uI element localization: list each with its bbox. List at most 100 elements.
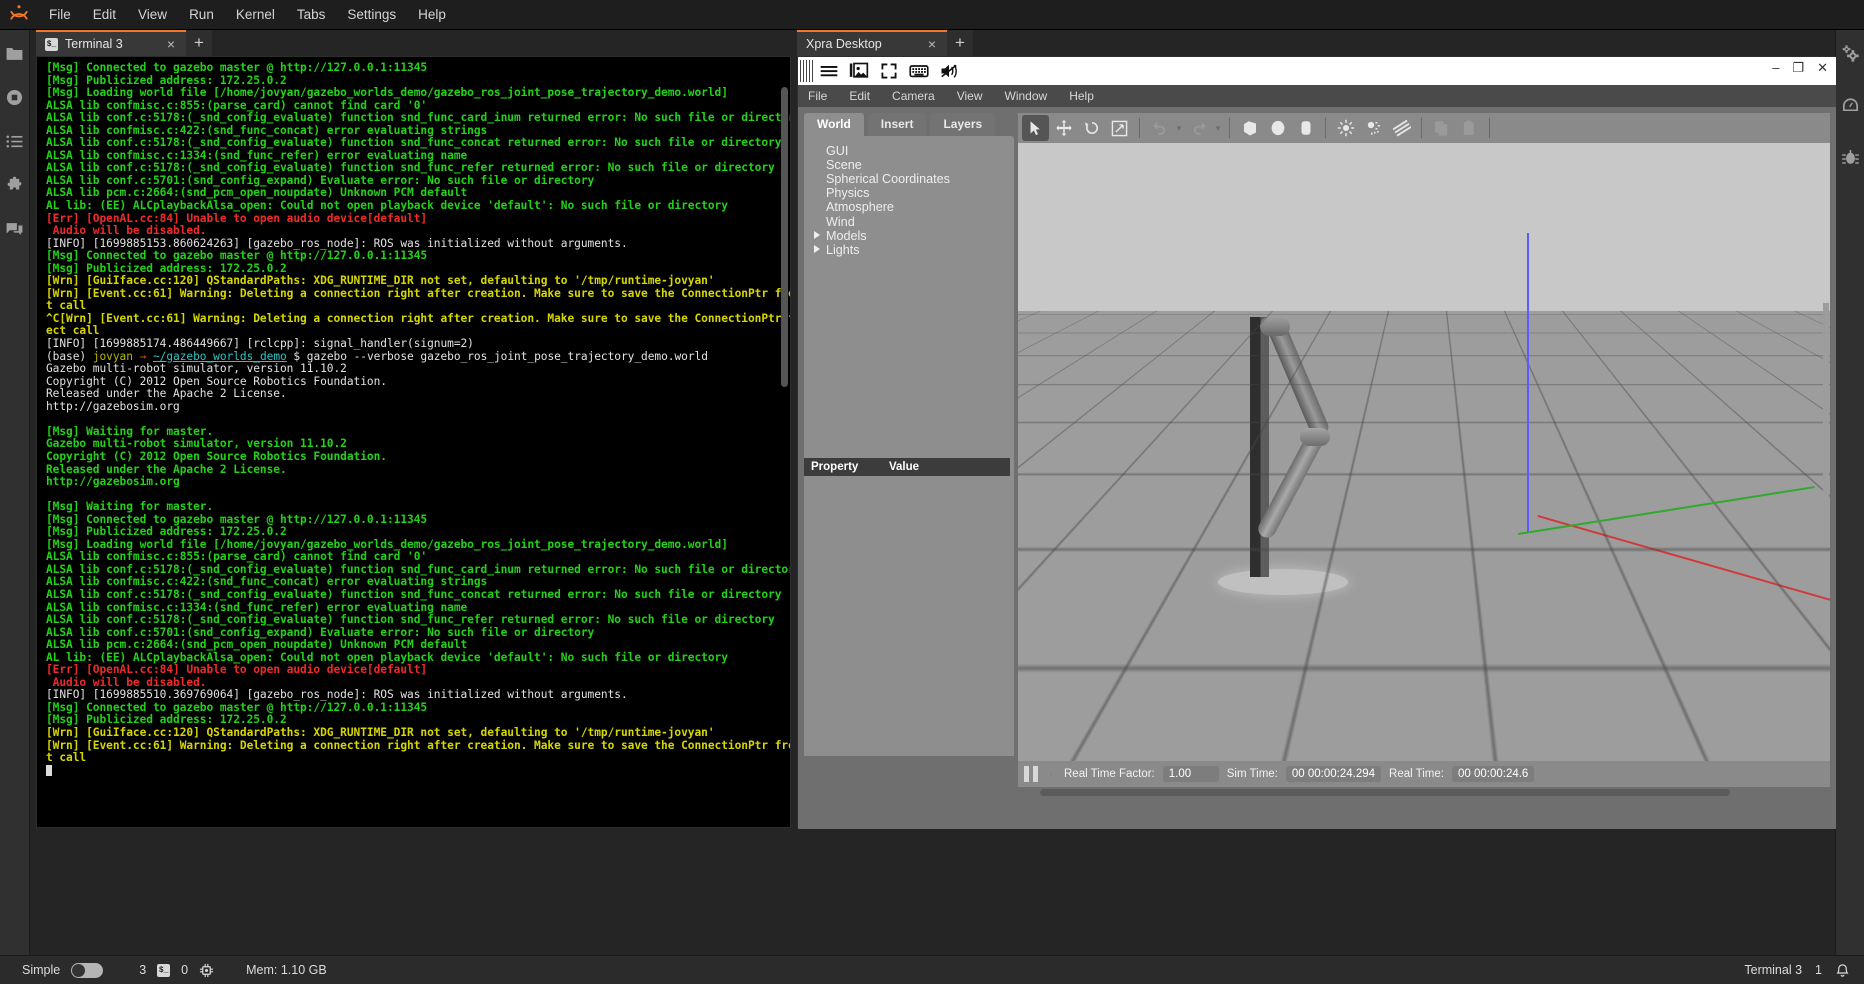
terminal-icon[interactable]: $_ [157,963,171,977]
sphere-icon[interactable] [1264,115,1291,141]
drag-handle-icon[interactable] [800,60,814,82]
directional-light-icon[interactable] [1388,115,1415,141]
3d-viewport[interactable] [1018,143,1830,761]
gazebo-menu-camera[interactable]: Camera [892,89,935,103]
bug-icon[interactable] [1839,146,1861,168]
close-button[interactable]: ✕ [1817,61,1828,74]
toolbar-separator [1421,118,1422,138]
world-tree-item-label: GUI [826,143,849,158]
real-time-value: 00 00:00:24.6 [1451,766,1535,782]
spot-light-icon[interactable] [1360,115,1387,141]
keyboard-icon[interactable] [904,58,934,84]
world-tree-item-lights[interactable]: Lights [814,242,1014,257]
menu-settings[interactable]: Settings [336,0,407,30]
viewport-scrollbar[interactable] [1823,303,1829,543]
terminal-scrollbar[interactable] [781,87,788,387]
window-controls: – ❐ ✕ [1772,61,1828,74]
terminal-line: [Wrn] [Event.cc:61] Warning: Deleting a … [46,286,791,300]
toolbar-separator [1325,118,1326,138]
real-time-label: Real Time: [1389,768,1444,780]
world-tree-item-wind[interactable]: Wind [826,215,1014,229]
comment-icon[interactable] [4,218,26,240]
terminal-icon: $_ [45,37,58,51]
tab-terminal-3[interactable]: $_ Terminal 3 × [36,30,186,56]
mute-icon[interactable] [934,58,964,84]
menu-tabs[interactable]: Tabs [286,0,337,30]
robot-joint-1[interactable] [1260,317,1290,336]
gazebo-menu-help[interactable]: Help [1069,89,1094,103]
menu-kernel[interactable]: Kernel [225,0,286,30]
tab-world[interactable]: World [804,113,864,136]
robot-joint-2[interactable] [1300,428,1330,446]
terminal-line: t call [46,751,87,765]
world-tree-item-physics[interactable]: Physics [826,187,1014,201]
gazebo-menu-view[interactable]: View [957,89,983,103]
gazebo-tabs: World Insert Layers [804,113,1014,136]
screenshot-icon[interactable] [844,58,874,84]
terminal-output[interactable]: [Msg] Connected to gazebo master @ http:… [36,56,791,828]
chevron-right-icon[interactable] [814,231,820,240]
bell-icon[interactable] [1835,963,1850,978]
step-icon[interactable]: · [1046,769,1056,779]
select-tool-icon[interactable] [1022,115,1049,141]
menu-file[interactable]: File [38,0,82,30]
menu-edit[interactable]: Edit [82,0,127,30]
terminal-line: http://gazebosim.org [46,475,180,489]
cylinder-icon[interactable] [1292,115,1319,141]
tab-xpra-desktop[interactable]: Xpra Desktop × [797,30,947,56]
world-tree-item-scene[interactable]: Scene [826,158,1014,172]
redo-icon[interactable] [1185,115,1212,141]
close-icon[interactable]: × [924,36,940,52]
puzzle-icon[interactable] [4,174,26,196]
minimize-button[interactable]: – [1772,61,1779,74]
gazebo-menu-edit[interactable]: Edit [849,89,870,103]
running-circle-icon[interactable] [4,86,26,108]
rotate-tool-icon[interactable] [1078,115,1105,141]
gazebo-left-panel: World Insert Layers GUI Scene Spherical Co… [804,113,1023,813]
point-light-icon[interactable] [1332,115,1359,141]
maximize-button[interactable]: ❐ [1792,61,1804,74]
world-tree-item-label: Lights [826,242,860,257]
robot-base-post[interactable] [1250,317,1269,577]
xpra-body: – ❐ ✕ File Edit Camera View Window Help [797,56,1836,829]
new-tab-button[interactable]: + [186,30,212,56]
chevron-right-icon[interactable] [814,245,820,254]
gears-icon[interactable] [1839,42,1861,64]
simple-mode-toggle[interactable] [71,962,104,978]
gazebo-menu-window[interactable]: Window [1005,89,1048,103]
redo-dropdown-icon[interactable]: ▾ [1213,123,1223,134]
tab-insert[interactable]: Insert [867,113,927,136]
gazebo-menu-file[interactable]: File [808,89,827,103]
terminal-text: [Msg] Connected to gazebo master @ http:… [37,57,790,777]
translate-tool-icon[interactable] [1050,115,1077,141]
menu-view[interactable]: View [127,0,178,30]
box-icon[interactable] [1236,115,1263,141]
gauge-icon[interactable] [1839,94,1861,116]
undo-dropdown-icon[interactable]: ▾ [1174,123,1184,134]
world-tree-item-label: Physics [826,186,870,201]
tab-layers[interactable]: Layers [930,113,996,136]
world-tree-item-models[interactable]: Models [814,229,1014,243]
paste-icon[interactable] [1456,115,1483,141]
kernel-icon[interactable] [199,963,214,978]
close-icon[interactable]: × [163,36,179,52]
jupyter-logo-icon [0,0,38,30]
menu-help[interactable]: Help [407,0,457,30]
new-tab-button[interactable]: + [947,30,973,56]
terminal-count: 3 [139,963,147,977]
menu-run[interactable]: Run [178,0,225,30]
copy-icon[interactable] [1428,115,1455,141]
world-tree-item-gui[interactable]: GUI [826,144,1014,158]
gazebo-horizontal-scrollbar[interactable] [1040,789,1730,796]
scale-tool-icon[interactable] [1106,115,1133,141]
pause-icon[interactable] [1024,766,1038,782]
tab-label: Xpra Desktop [806,37,882,51]
undo-icon[interactable] [1146,115,1173,141]
fullscreen-icon[interactable] [874,58,904,84]
menu-icon[interactable] [814,58,844,84]
world-tree-item-atmosphere[interactable]: Atmosphere [826,201,1014,215]
world-tree-item-spherical-coordinates[interactable]: Spherical Coordinates [826,172,1014,186]
real-time-factor-value: 1.00 [1162,766,1219,782]
list-icon[interactable] [4,130,26,152]
folder-icon[interactable] [4,42,26,64]
